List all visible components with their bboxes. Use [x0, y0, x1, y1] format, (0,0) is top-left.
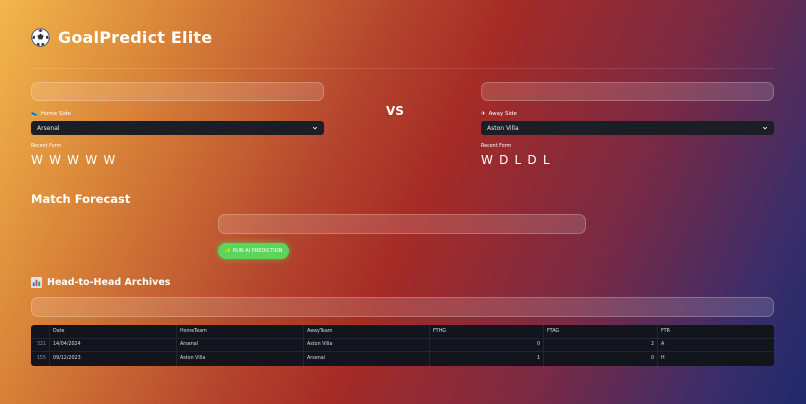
- cell-ftr: A: [661, 342, 665, 348]
- chevron-down-icon: [312, 126, 318, 130]
- cell-fthg: 0: [430, 338, 544, 351]
- column-header-fthg[interactable]: FTHG: [430, 325, 544, 338]
- away-side-label: ✈ Away Side: [481, 111, 517, 117]
- header-divider: [31, 68, 774, 69]
- column-header-date[interactable]: Date: [50, 325, 177, 338]
- column-header-ftr[interactable]: FTR: [658, 325, 774, 338]
- forecast-title: Match Forecast: [31, 192, 131, 206]
- cell-ftag: 0: [544, 352, 658, 366]
- forecast-panel: [218, 214, 586, 234]
- cell-ftag: 2: [544, 338, 658, 351]
- app-header: GoalPredict Elite: [31, 28, 212, 47]
- cell-fthg: 1: [430, 352, 544, 366]
- bar-chart-icon: [31, 277, 42, 288]
- home-form-label: Recent Form: [31, 144, 62, 149]
- column-header-awayteam[interactable]: AwayTeam: [304, 325, 430, 338]
- table-header-row: Date HomeTeam AwayTeam FTHG FTAG FTR: [31, 325, 774, 339]
- running-shoe-icon: 👟: [31, 111, 38, 117]
- cell-date: 14/04/2024: [50, 338, 177, 351]
- row-index: 321: [31, 338, 50, 351]
- away-team-value: Aston Villa: [487, 124, 519, 132]
- home-team-panel: [31, 82, 324, 101]
- column-header-hometeam[interactable]: HomeTeam: [177, 325, 304, 338]
- away-team-panel: [481, 82, 774, 101]
- cell-hometeam: Aston Villa: [177, 352, 304, 366]
- home-team-select[interactable]: Arsenal: [31, 121, 324, 135]
- away-form-label: Recent Form: [481, 144, 512, 149]
- app-root: GoalPredict Elite 👟 Home Side Arsenal Re…: [0, 0, 806, 404]
- column-header-index[interactable]: [31, 325, 50, 338]
- home-team-value: Arsenal: [37, 124, 60, 132]
- run-prediction-button[interactable]: ✨ RUN AI PREDICTION: [218, 243, 289, 259]
- app-title: GoalPredict Elite: [58, 28, 213, 47]
- cell-date: 09/12/2023: [50, 352, 177, 366]
- versus-label: VS: [386, 104, 404, 118]
- column-header-ftag[interactable]: FTAG: [544, 325, 658, 338]
- home-side-label: 👟 Home Side: [31, 111, 71, 117]
- h2h-panel: [31, 297, 774, 317]
- airplane-icon: ✈: [481, 111, 486, 117]
- row-index: 155: [31, 352, 50, 366]
- away-form-value: W D L D L: [481, 153, 551, 167]
- h2h-title: Head-to-Head Archives: [31, 277, 170, 288]
- cell-hometeam: Arsenal: [177, 338, 304, 351]
- sparkle-icon: ✨: [224, 248, 231, 254]
- cell-awayteam: Aston Villa: [304, 338, 430, 351]
- home-form-value: W W W W W: [31, 153, 117, 167]
- away-team-select[interactable]: Aston Villa: [481, 121, 774, 135]
- table-row[interactable]: 321 14/04/2024 Arsenal Aston Villa 0 2 A: [31, 338, 774, 352]
- h2h-table: Date HomeTeam AwayTeam FTHG FTAG FTR 321…: [31, 325, 774, 366]
- cell-ftr: H: [661, 356, 665, 362]
- chevron-down-icon: [762, 126, 768, 130]
- cell-awayteam: Arsenal: [304, 352, 430, 366]
- soccer-ball-icon: [31, 28, 50, 47]
- table-row[interactable]: 155 09/12/2023 Aston Villa Arsenal 1 0 H: [31, 352, 774, 366]
